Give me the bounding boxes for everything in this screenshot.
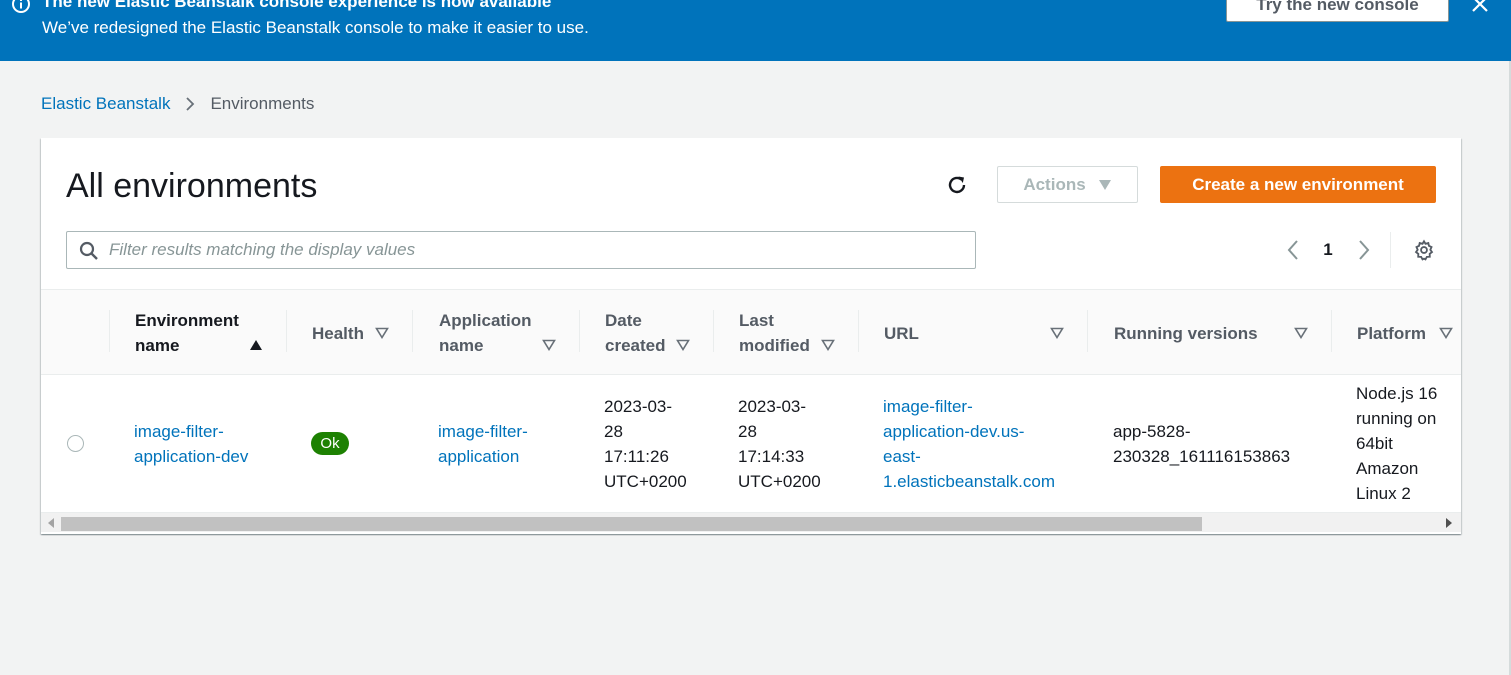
column-separator: [713, 310, 714, 352]
cell-text-line: UTC+0200: [604, 472, 687, 491]
cell-text-line: 2023-03-: [738, 397, 807, 416]
cell-text-line: image-filter-: [438, 422, 528, 441]
column-header-last-modified[interactable]: Last modified: [739, 290, 859, 376]
date-created-cell: 2023-03- 28 17:11:26 UTC+0200: [604, 394, 687, 494]
cell-text-line: Linux 2: [1356, 484, 1411, 503]
cell-text-line: 2023-03-: [604, 397, 673, 416]
column-label: URL: [884, 323, 919, 343]
cell-text-line: 17:14:33: [738, 447, 805, 466]
banner-title: The new Elastic Beanstalk console experi…: [42, 0, 552, 11]
breadcrumb: Elastic Beanstalk Environments: [41, 94, 314, 114]
cell-text-line: UTC+0200: [738, 472, 821, 491]
previous-page-icon[interactable]: [1283, 238, 1303, 262]
cell-text-line: 1.elasticbeanstalk.com: [883, 472, 1055, 491]
cell-text-line: app-5828-: [1113, 422, 1191, 441]
actions-dropdown[interactable]: Actions: [997, 166, 1138, 203]
environment-name-link[interactable]: image-filter- application-dev: [134, 419, 248, 469]
cell-text-line: 28: [604, 422, 623, 441]
sort-icon: [542, 339, 556, 351]
close-icon[interactable]: [1468, 0, 1492, 16]
actions-label: Actions: [1023, 174, 1086, 194]
column-label: Health: [312, 323, 364, 343]
column-separator: [412, 310, 413, 352]
column-header-date-created[interactable]: Date created: [605, 290, 715, 376]
column-separator: [1087, 310, 1088, 352]
column-header-health[interactable]: Health: [312, 290, 412, 376]
sort-icon: [375, 327, 389, 339]
cell-text-line: image-filter-: [883, 397, 973, 416]
column-separator: [286, 310, 287, 352]
cell-text-line: application-dev.us-: [883, 422, 1025, 441]
cell-text-line: 28: [738, 422, 757, 441]
environment-url-link[interactable]: image-filter- application-dev.us- east- …: [883, 394, 1055, 494]
cell-text-line: running on: [1356, 409, 1437, 428]
column-label: Platform: [1357, 323, 1426, 343]
column-label: created: [605, 336, 666, 355]
horizontal-scrollbar[interactable]: [41, 512, 1461, 532]
cell-text-line: application-dev: [134, 447, 249, 466]
try-new-console-button[interactable]: Try the new console: [1226, 0, 1449, 22]
column-label: Last: [739, 311, 774, 330]
page-number[interactable]: 1: [1319, 240, 1337, 260]
running-versions-cell: app-5828- 230328_161116153863: [1113, 419, 1290, 469]
cell-text-line: 64bit: [1356, 434, 1393, 453]
sort-ascending-icon: [250, 340, 262, 350]
cell-text-line: Node.js 16: [1356, 384, 1438, 403]
column-header-application-name[interactable]: Application name: [439, 290, 579, 376]
column-label: Application: [439, 311, 532, 330]
page-title: All environments: [66, 167, 318, 205]
info-icon: [12, 0, 30, 13]
gear-icon[interactable]: [1413, 239, 1435, 261]
column-header-url[interactable]: URL: [884, 290, 1074, 376]
cell-text-line: application: [438, 447, 520, 466]
chevron-right-icon: [186, 97, 195, 111]
last-modified-cell: 2023-03- 28 17:14:33 UTC+0200: [738, 394, 821, 494]
column-header-environment-name[interactable]: Environment name: [135, 290, 285, 376]
refresh-icon[interactable]: [945, 173, 969, 197]
column-label: Environment: [135, 311, 239, 330]
breadcrumb-elastic-beanstalk[interactable]: Elastic Beanstalk: [41, 94, 170, 114]
create-environment-button[interactable]: Create a new environment: [1160, 166, 1436, 203]
cell-text-line: image-filter-: [134, 422, 224, 441]
application-name-link[interactable]: image-filter- application: [438, 419, 528, 469]
pager-divider: [1390, 232, 1391, 268]
column-separator: [109, 310, 110, 352]
platform-cell: Node.js 16 running on 64bit Amazon Linux…: [1356, 381, 1437, 506]
column-label: name: [439, 336, 484, 355]
cell-text-line: 230328_161116153863: [1113, 447, 1291, 466]
cell-text-line: Amazon: [1356, 459, 1419, 478]
filter-input[interactable]: [109, 233, 959, 267]
scrollbar-thumb[interactable]: [61, 517, 1202, 531]
banner-text: We’ve redesigned the Elastic Beanstalk c…: [42, 18, 589, 37]
filter-field[interactable]: [66, 231, 976, 269]
breadcrumb-environments: Environments: [210, 94, 315, 113]
health-status-badge: Ok: [311, 432, 349, 455]
column-label: modified: [739, 336, 810, 355]
column-separator: [579, 310, 580, 352]
caret-down-icon: [1098, 179, 1111, 190]
sort-icon: [1439, 327, 1453, 339]
sort-icon: [1294, 327, 1308, 339]
sort-icon: [821, 339, 835, 351]
cell-text-line: east-: [883, 447, 921, 466]
table-header: Environment name Health Application name D…: [41, 289, 1461, 375]
column-separator: [858, 310, 859, 352]
search-icon: [79, 241, 98, 260]
column-separator: [1331, 310, 1332, 352]
column-header-platform[interactable]: Platform: [1357, 290, 1461, 376]
scroll-right-icon[interactable]: [1445, 518, 1453, 528]
row-select-radio[interactable]: [67, 435, 84, 452]
environments-panel: All environments Actions Create a new en…: [41, 138, 1461, 534]
scroll-left-icon[interactable]: [47, 518, 55, 528]
notification-banner: The new Elastic Beanstalk console experi…: [0, 0, 1511, 61]
column-label: Date: [605, 311, 642, 330]
column-header-running-versions[interactable]: Running versions: [1114, 290, 1314, 376]
sort-icon: [676, 339, 690, 351]
next-page-icon[interactable]: [1354, 238, 1374, 262]
column-label: name: [135, 336, 180, 355]
column-label: Running versions: [1114, 323, 1258, 343]
cell-text-line: 17:11:26: [604, 447, 669, 466]
sort-icon: [1050, 327, 1064, 339]
table-row[interactable]: image-filter- application-dev Ok image-f…: [41, 375, 1461, 512]
